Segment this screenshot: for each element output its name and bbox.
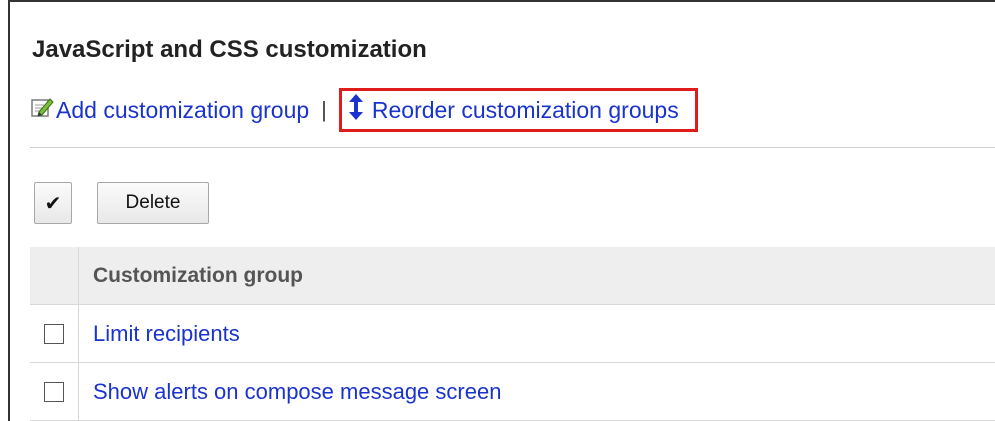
edit-pencil-icon — [30, 95, 56, 125]
customization-group-table: Customization group Limit recipients Sho… — [30, 247, 995, 421]
customization-group-link[interactable]: Limit recipients — [93, 321, 240, 346]
table-row: Show alerts on compose message screen — [30, 362, 995, 421]
reorder-highlight-box: Reorder customization groups — [338, 88, 698, 132]
page-title: JavaScript and CSS customization — [32, 36, 427, 63]
delete-button[interactable]: Delete — [97, 182, 209, 224]
customization-group-column-header: Customization group — [78, 247, 995, 305]
checkbox-column-header — [30, 247, 79, 305]
reorder-customization-groups-link[interactable]: Reorder customization groups — [348, 94, 679, 126]
reorder-customization-groups-label: Reorder customization groups — [371, 96, 679, 123]
table-header-row: Customization group — [30, 247, 995, 305]
row-checkbox-cell — [30, 362, 79, 421]
action-bar: Add customization group | Reorder custom… — [30, 88, 698, 132]
add-customization-group-label: Add customization group — [56, 96, 310, 123]
action-separator: | — [321, 97, 327, 122]
add-customization-group-link[interactable]: Add customization group — [30, 95, 309, 125]
row-checkbox[interactable] — [44, 381, 64, 402]
row-name-cell: Show alerts on compose message screen — [78, 362, 995, 421]
table-row: Limit recipients — [30, 304, 995, 363]
select-all-button[interactable]: ✔ — [34, 182, 72, 224]
customization-group-link[interactable]: Show alerts on compose message screen — [93, 379, 501, 404]
row-checkbox-cell — [30, 304, 79, 363]
content-panel: JavaScript and CSS customization Add cus… — [8, 0, 995, 421]
up-down-arrow-icon — [348, 94, 372, 126]
section-divider — [30, 147, 995, 148]
row-name-cell: Limit recipients — [78, 304, 995, 363]
row-checkbox[interactable] — [44, 323, 64, 344]
